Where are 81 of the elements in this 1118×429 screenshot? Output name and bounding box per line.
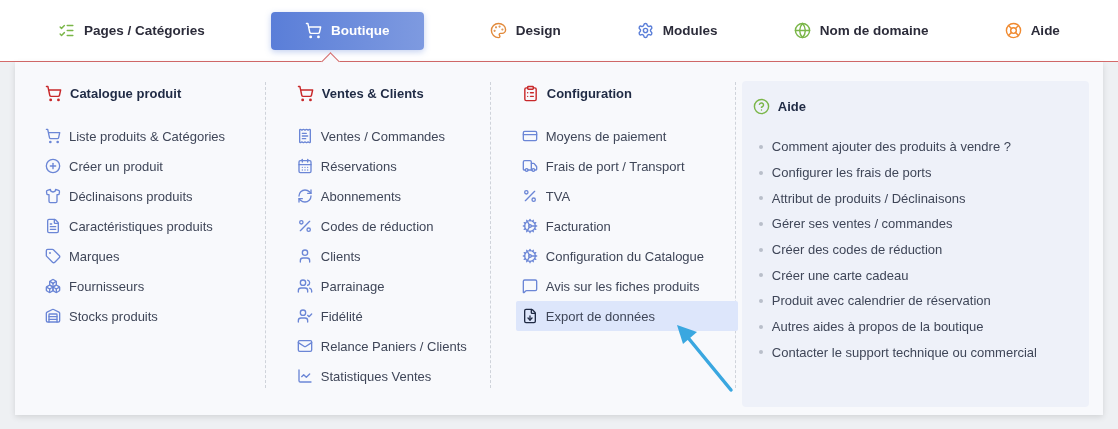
help-link[interactable]: Créer des codes de réduction: [771, 242, 943, 258]
nav-tab[interactable]: Design: [479, 11, 571, 50]
section-heading: Catalogue produit: [70, 85, 182, 101]
warehouse-icon: [45, 308, 61, 324]
nav-tab[interactable]: Nom de domaine: [783, 11, 939, 50]
gear-icon: [636, 22, 654, 39]
menu-item[interactable]: Liste produits & Catégories: [39, 121, 253, 151]
bullet-icon: [758, 221, 763, 226]
cart-icon: [296, 84, 314, 102]
lifebuoy-icon: [1004, 22, 1022, 39]
menu-item[interactable]: Fournisseurs: [39, 271, 253, 301]
menu-item[interactable]: TVA: [515, 181, 738, 211]
bullet-icon: [758, 196, 763, 201]
menu-item[interactable]: Caractéristiques produits: [39, 211, 253, 241]
bullet-icon: [758, 324, 763, 329]
menu-item[interactable]: Statistiques Ventes: [290, 361, 491, 391]
menu-item[interactable]: Export de données: [515, 301, 738, 331]
menu-item[interactable]: Abonnements: [290, 181, 491, 211]
nav-tab[interactable]: Aide: [994, 11, 1070, 50]
menu-item[interactable]: Clients: [290, 241, 491, 271]
bullet-icon: [758, 273, 763, 278]
gear-icon: [521, 248, 538, 264]
nav-tab[interactable]: Modules: [626, 11, 728, 50]
menu-item[interactable]: Facturation: [515, 211, 738, 241]
help-link[interactable]: Créer une carte cadeau: [771, 267, 909, 283]
help-link[interactable]: Comment ajouter des produits à vendre ?: [771, 139, 1011, 155]
menu-item[interactable]: Configuration du Catalogue: [515, 241, 738, 271]
receipt-icon: [296, 128, 313, 144]
menu-item[interactable]: Stocks produits: [39, 301, 253, 331]
menu-item[interactable]: Avis sur les fiches produits: [515, 271, 738, 301]
bullet-icon: [758, 170, 763, 175]
palette-icon: [489, 22, 507, 39]
gear-icon: [521, 218, 538, 234]
section-heading: Configuration: [546, 85, 632, 101]
message-icon: [521, 278, 538, 294]
menu-item[interactable]: Parrainage: [290, 271, 491, 301]
clipboard-icon: [521, 84, 539, 102]
menu-item[interactable]: Fidélité: [290, 301, 491, 331]
chart-icon: [296, 368, 313, 384]
help-link[interactable]: Gérer ses ventes / commandes: [771, 216, 953, 232]
refresh-icon: [296, 188, 313, 204]
help-link[interactable]: Configurer les frais de ports: [771, 165, 932, 181]
help-link[interactable]: Contacter le support technique ou commercial: [771, 344, 1037, 360]
bullet-icon: [758, 247, 763, 252]
bullet-icon: [758, 144, 763, 149]
user-icon: [296, 308, 313, 324]
help-heading: Aide: [777, 98, 806, 114]
menu-item[interactable]: Moyens de paiement: [515, 121, 738, 151]
export-icon: [521, 308, 538, 324]
pointer-arrow: [675, 324, 735, 394]
cart-icon: [305, 22, 322, 39]
menu-item[interactable]: Relance Paniers / Clients: [290, 331, 491, 361]
card-icon: [521, 128, 538, 144]
mail-icon: [296, 338, 313, 354]
percent-icon: [521, 188, 538, 204]
help-link[interactable]: Produit avec calendrier de réservation: [771, 293, 991, 309]
bullet-icon: [758, 350, 763, 355]
cart-icon: [45, 128, 61, 144]
users-icon: [296, 278, 313, 294]
tag-icon: [45, 248, 61, 264]
bullet-icon: [758, 298, 763, 303]
cart-icon: [45, 84, 62, 102]
help-link[interactable]: Autres aides à propos de la boutique: [771, 319, 984, 335]
section-heading: Ventes & Clients: [321, 85, 424, 101]
menu-item[interactable]: Réservations: [290, 151, 491, 181]
shirt-icon: [45, 188, 61, 204]
globe-icon: [793, 22, 811, 39]
calendar-icon: [296, 158, 313, 174]
boxes-icon: [45, 278, 61, 294]
help-icon: [752, 97, 770, 115]
plus-icon: [45, 158, 61, 174]
menu-item[interactable]: Déclinaisons produits: [39, 181, 253, 211]
menu-item[interactable]: Créer un produit: [39, 151, 253, 181]
menu-item[interactable]: Codes de réduction: [290, 211, 491, 241]
menu-item[interactable]: Ventes / Commandes: [290, 121, 491, 151]
menu-item[interactable]: Frais de port / Transport: [515, 151, 738, 181]
nav-tab[interactable]: Pages / Catégories: [48, 11, 215, 50]
help-link[interactable]: Attribut de produits / Déclinaisons: [771, 190, 966, 206]
truck-icon: [521, 158, 538, 174]
percent-icon: [296, 218, 313, 234]
menu-item[interactable]: Marques: [39, 241, 253, 271]
